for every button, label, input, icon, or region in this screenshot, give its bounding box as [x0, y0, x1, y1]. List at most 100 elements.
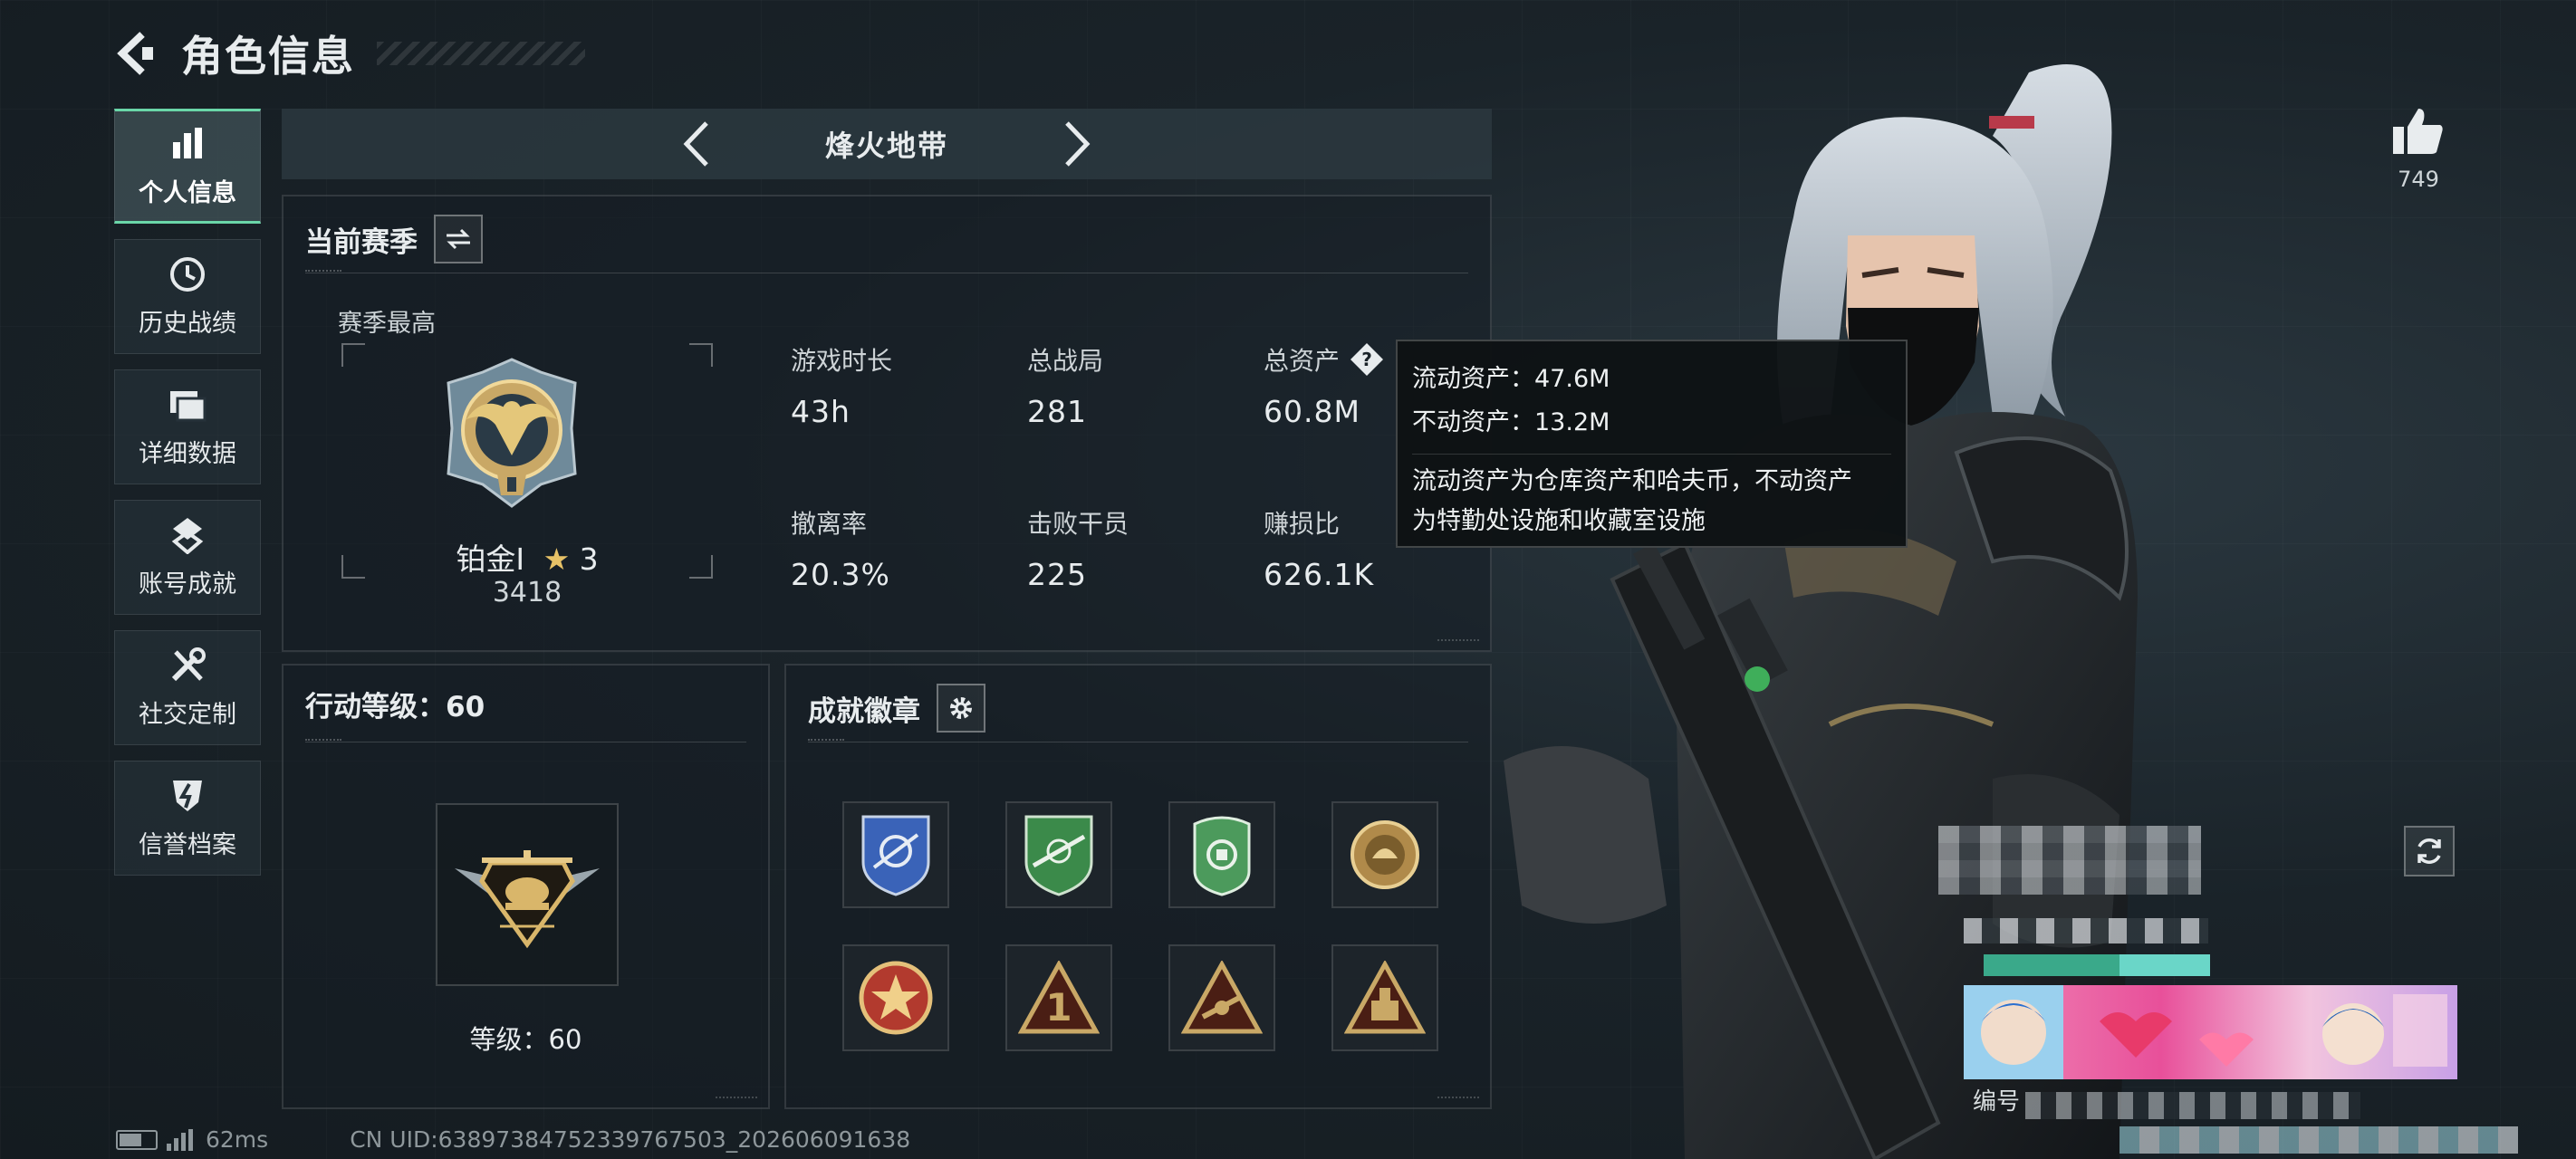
tooltip-liquid-assets: 流动资产：47.6M [1412, 365, 1610, 393]
badges-header: 成就徽章 [808, 684, 985, 733]
stat-label: 击败干员 [1027, 509, 1129, 539]
achievement-badges-panel: 成就徽章 1 [784, 664, 1492, 1109]
sidebar-item-label: 个人信息 [139, 179, 236, 207]
sidebar-item-personal-info[interactable]: 个人信息 [114, 109, 261, 224]
rank-name: 铂金Ⅰ [456, 541, 525, 577]
season-panel: 当前赛季 赛季最高 铂金Ⅰ ★ 3 3418 游戏时长 43h 总战局 281 … [282, 195, 1492, 652]
rifle-triangle-badge-icon [1181, 961, 1263, 1034]
sidebar-item-label: 信誉档案 [139, 831, 236, 859]
season-panel-header: 当前赛季 [305, 215, 483, 263]
stat-label-row: 总资产 ? [1264, 341, 1385, 378]
stat-label: 总战局 [1027, 346, 1104, 376]
gear-icon [950, 697, 972, 719]
stat-label: 赚损比 [1264, 509, 1341, 539]
green-crest-badge-icon [1193, 816, 1251, 896]
tooltip-desc-line1: 流动资产为仓库资产和哈夫币，不动资产 [1412, 467, 1852, 495]
previous-mode-button[interactable] [669, 117, 724, 171]
red-star-badge-icon [859, 961, 933, 1035]
rank-score: 3418 [492, 577, 562, 608]
level-title: 行动等级：60 [305, 691, 485, 723]
badge-slot[interactable] [1168, 801, 1275, 908]
stat-value: 60.8M [1264, 394, 1360, 429]
like-count: 749 [2398, 167, 2439, 192]
shield-lightning-icon [168, 776, 207, 816]
sidebar: 个人信息 历史战绩 详细数据 账号成就 社交定制 信誉档案 [114, 109, 261, 891]
battery-icon [116, 1129, 158, 1150]
player-name-mosaic [1938, 826, 2201, 895]
stat-profit-loss-ratio: 赚损比 626.1K [1264, 504, 1374, 592]
helicopter-emblem-icon [455, 850, 600, 949]
sidebar-item-social-custom[interactable]: 社交定制 [114, 630, 261, 745]
badge-slot[interactable] [1005, 801, 1112, 908]
ping-value: 62ms [206, 1126, 269, 1153]
badge-slot[interactable] [842, 944, 949, 1051]
stat-value: 225 [1027, 557, 1087, 592]
sidebar-item-label: 社交定制 [139, 701, 236, 729]
refresh-button[interactable] [2404, 826, 2455, 876]
platinum-rank-emblem-icon [439, 356, 584, 513]
stat-value: 20.3% [791, 557, 890, 592]
stat-extraction-rate: 撤离率 20.3% [791, 504, 890, 592]
stat-value: 43h [791, 394, 851, 429]
bronze-coin-badge-icon [1350, 820, 1419, 889]
rank-stars: 3 [579, 541, 599, 577]
chevron-left-icon [683, 121, 708, 167]
player-id-mosaic [1984, 954, 2210, 976]
panel-corner-decoration [1437, 1089, 1479, 1098]
status-footer: 62ms CN UID:6389738475233976750​3_202606… [116, 1126, 910, 1153]
signal-icon [167, 1128, 193, 1151]
stat-value: 626.1K [1264, 557, 1375, 592]
tools-icon [168, 646, 207, 685]
badge-slot[interactable] [1331, 944, 1438, 1051]
history-icon [168, 254, 207, 294]
sidebar-item-credit-record[interactable]: 信誉档案 [114, 761, 261, 876]
page-header: 角色信息 [109, 22, 585, 85]
stat-label: 游戏时长 [791, 346, 893, 376]
page-title: 角色信息 [181, 32, 355, 81]
sidebar-item-achievements[interactable]: 账号成就 [114, 500, 261, 615]
season-best-label: 赛季最高 [338, 310, 436, 338]
blue-shield-badge-icon [861, 815, 930, 896]
svg-text:1: 1 [1045, 985, 1072, 1030]
panel-corner-decoration [716, 1089, 757, 1098]
svg-text:?: ? [1361, 349, 1372, 370]
stat-operators-defeated: 击败干员 225 [1027, 504, 1129, 592]
sidebar-item-detail-data[interactable]: 详细数据 [114, 369, 261, 484]
bar-chart-icon [168, 124, 207, 164]
green-rifle-badge-icon [1024, 815, 1093, 896]
uid-text: CN UID:6389738475233976750​3_20260609163… [350, 1126, 911, 1153]
mode-name: 烽火地带 [824, 129, 948, 163]
level-emblem [436, 803, 619, 986]
folder-icon [168, 385, 207, 425]
badge-slot[interactable] [842, 801, 949, 908]
tooltip-divider [1412, 454, 1891, 455]
sidebar-item-label: 历史战绩 [139, 310, 236, 338]
switch-season-button[interactable] [434, 215, 483, 263]
sidebar-item-history[interactable]: 历史战绩 [114, 239, 261, 354]
stat-total-matches: 总战局 281 [1027, 341, 1103, 429]
card-number-label: 编号 [1973, 1088, 2021, 1116]
like-button[interactable]: 749 [2373, 105, 2464, 192]
refresh-icon [2417, 838, 2441, 864]
card-number-mosaic [2025, 1092, 2360, 1119]
swap-icon [447, 228, 470, 250]
help-icon[interactable]: ? [1349, 341, 1385, 378]
thumbs-up-icon [2393, 109, 2443, 154]
badge-slot[interactable] [1168, 944, 1275, 1051]
badge-settings-button[interactable] [937, 684, 985, 733]
next-mode-button[interactable] [1050, 117, 1104, 171]
back-button[interactable] [109, 26, 163, 81]
rank-star-icon: ★ [543, 541, 571, 577]
player-tag-mosaic [1964, 918, 2208, 943]
tooltip-fixed-assets: 不动资产：13.2M [1412, 408, 1610, 436]
mode-switcher: 烽火地带 [282, 109, 1492, 179]
stat-play-time: 游戏时长 43h [791, 341, 892, 429]
tooltip-desc-line2: 为特勤处设施和收藏室设施 [1412, 507, 1706, 535]
season-title: 当前赛季 [305, 225, 418, 259]
badge-slot[interactable]: 1 [1005, 944, 1112, 1051]
chevron-right-icon [1065, 121, 1091, 167]
medal-icon [168, 515, 207, 555]
back-arrow-icon [117, 32, 153, 75]
badge-slot[interactable] [1331, 801, 1438, 908]
badges-title: 成就徽章 [808, 694, 920, 728]
